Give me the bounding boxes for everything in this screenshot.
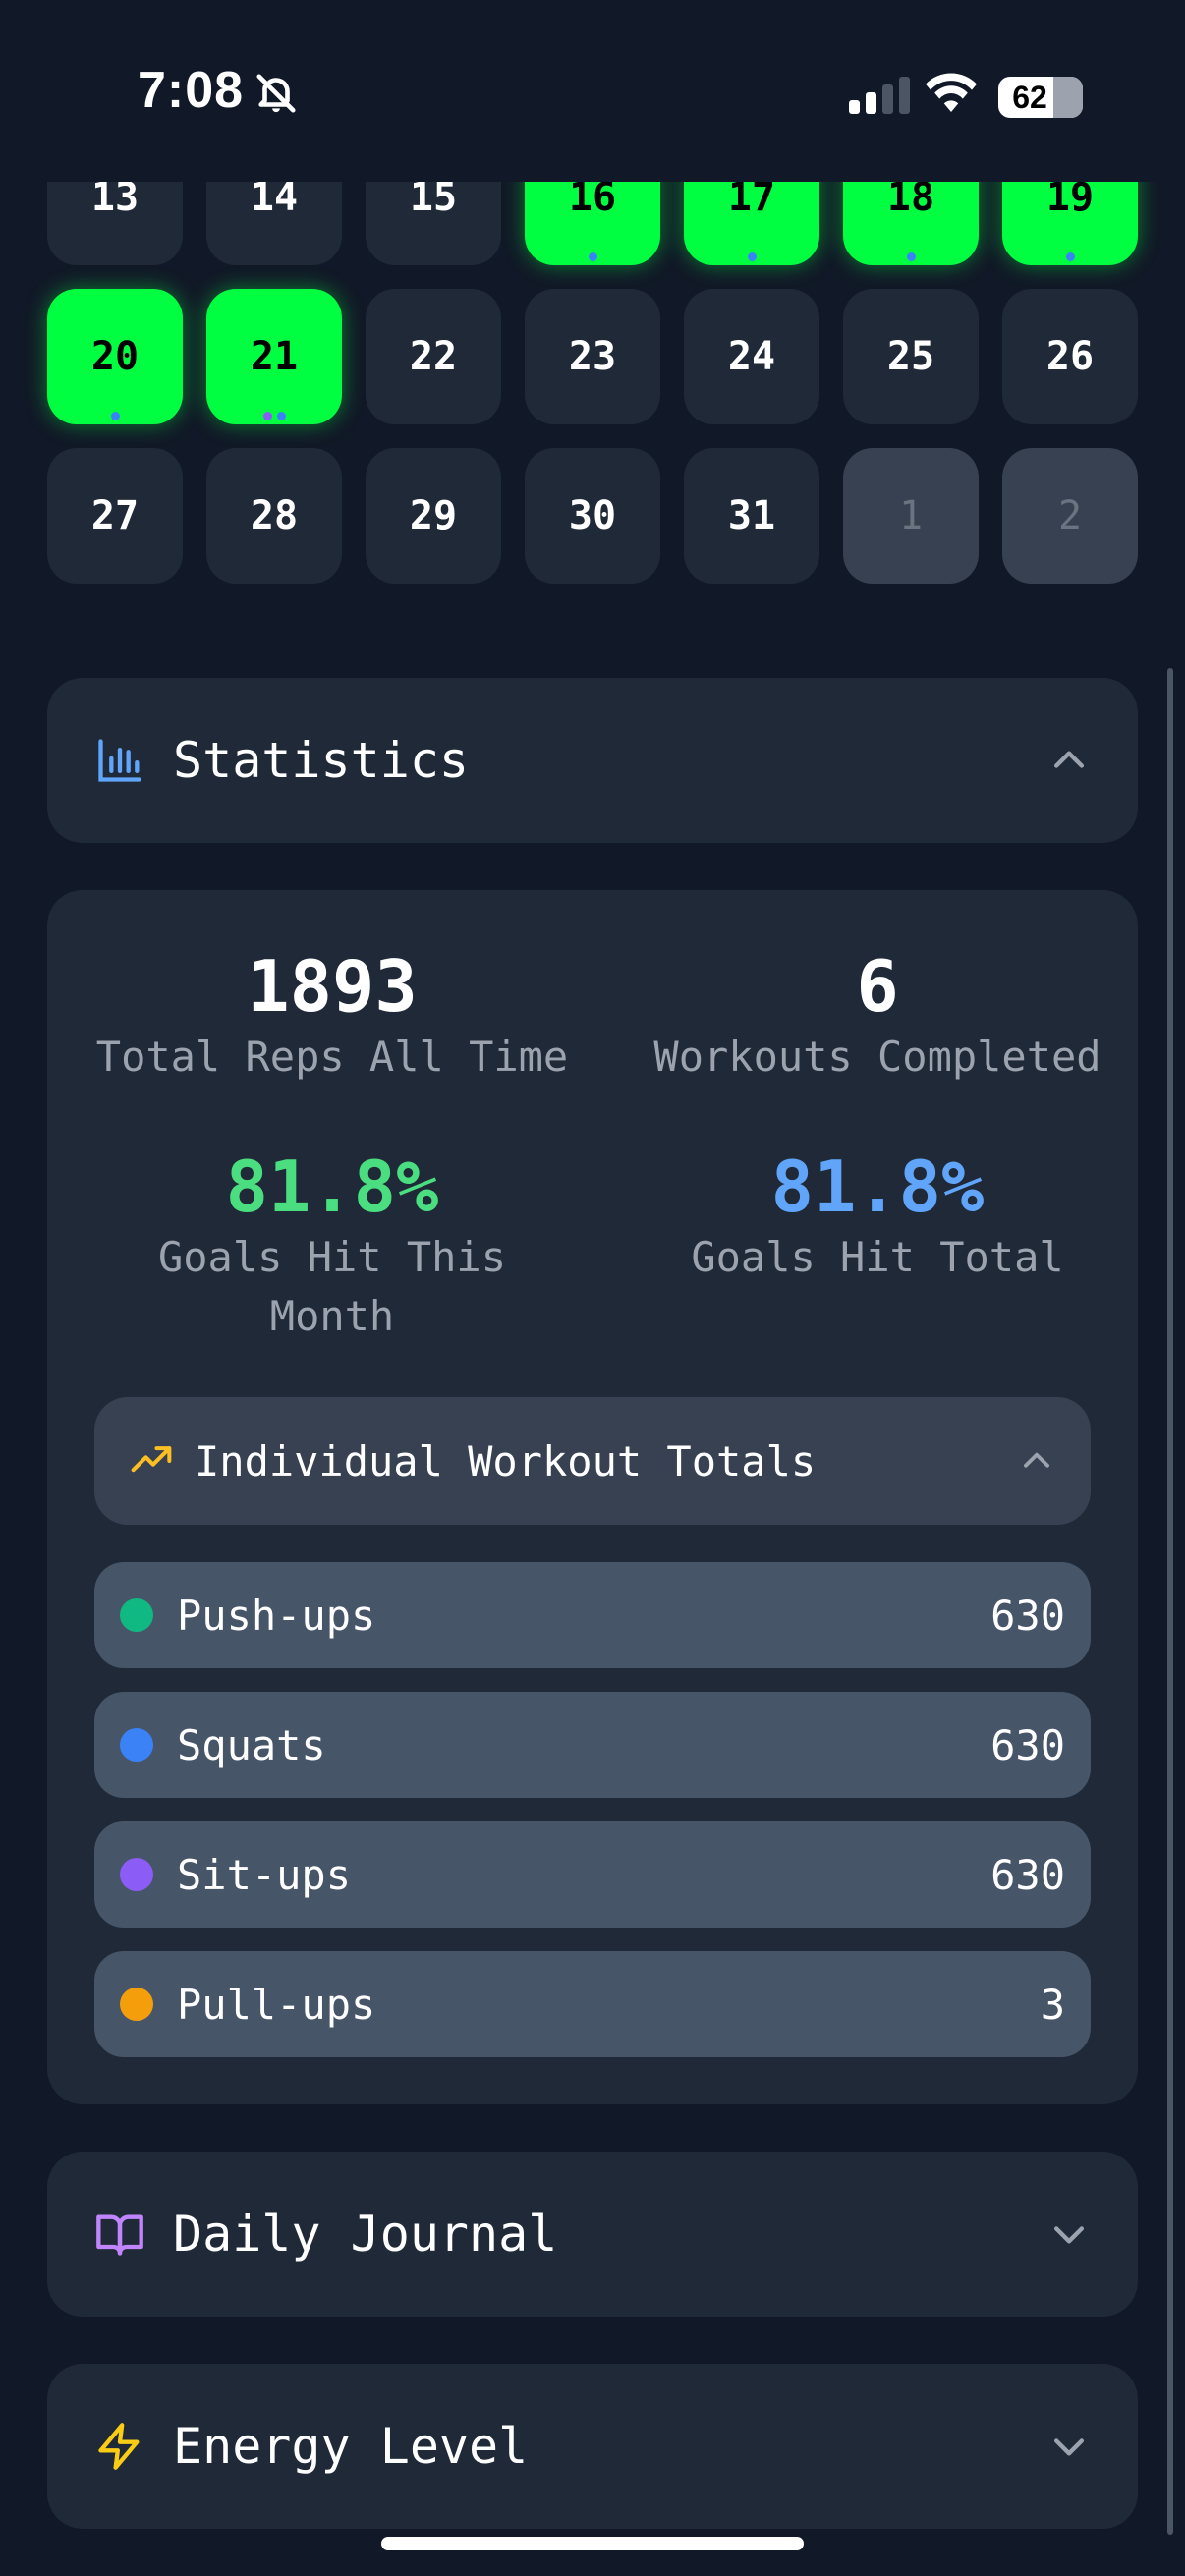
workout-dot xyxy=(747,252,757,261)
cellular-signal-icon xyxy=(849,77,910,114)
pullups-color-dot xyxy=(120,1988,153,2021)
workouts-value: 6 xyxy=(856,945,899,1028)
energy-level-header[interactable]: Energy Level xyxy=(47,2364,1138,2529)
squats-color-dot xyxy=(120,1728,153,1762)
battery-icon: 62 xyxy=(998,77,1083,118)
battery-level: 62 xyxy=(1012,80,1047,115)
bell-muted-icon xyxy=(256,74,296,113)
goals-total-value: 81.8% xyxy=(770,1146,985,1228)
daily-journal-header[interactable]: Daily Journal xyxy=(47,2152,1138,2317)
status-time: 7:08 xyxy=(138,62,245,119)
workout-total: 630 xyxy=(990,1850,1065,1899)
workout-dot xyxy=(110,412,120,420)
calendar-day[interactable]: 29 xyxy=(366,448,501,584)
pushups-color-dot xyxy=(120,1598,153,1632)
workouts-stat: 6 Workouts Completed xyxy=(617,945,1138,1087)
calendar-day[interactable]: 31 xyxy=(684,448,819,584)
workout-dot xyxy=(262,412,272,420)
calendar-day[interactable]: 30 xyxy=(525,448,660,584)
energy-level-title: Energy Level xyxy=(173,2418,529,2475)
workout-name: Push-ups xyxy=(177,1591,376,1640)
individual-totals-title: Individual Workout Totals xyxy=(195,1436,817,1485)
workout-total-row: Pull-ups 3 xyxy=(94,1951,1091,2057)
calendar-day-next-month[interactable]: 1 xyxy=(843,448,979,584)
statistics-title: Statistics xyxy=(173,732,470,789)
goals-month-stat: 81.8% Goals Hit This Month xyxy=(47,1146,617,1346)
calendar-day-goal-hit[interactable]: 21 xyxy=(206,289,342,424)
statistics-panel: 1893 Total Reps All Time 6 Workouts Comp… xyxy=(47,890,1138,2104)
chevron-up-icon[interactable] xyxy=(1047,739,1091,782)
calendar-day[interactable]: 24 xyxy=(684,289,819,424)
chevron-down-icon[interactable] xyxy=(1047,2425,1091,2468)
status-bar: 7:08 62 xyxy=(0,0,1185,182)
bar-chart-icon xyxy=(94,735,145,786)
workout-dot xyxy=(588,252,597,261)
total-reps-value: 1893 xyxy=(247,945,418,1028)
goals-total-stat: 81.8% Goals Hit Total xyxy=(617,1146,1138,1287)
total-reps-label: Total Reps All Time xyxy=(95,1033,569,1081)
calendar-day[interactable]: 28 xyxy=(206,448,342,584)
calendar-day[interactable]: 23 xyxy=(525,289,660,424)
total-reps-stat: 1893 Total Reps All Time xyxy=(47,945,617,1087)
workout-total-row: Push-ups 630 xyxy=(94,1562,1091,1668)
workout-dot xyxy=(1065,252,1075,261)
wifi-icon xyxy=(926,73,977,112)
workout-dot xyxy=(906,252,916,261)
workout-dot xyxy=(276,412,286,420)
calendar-day-goal-hit[interactable]: 20 xyxy=(47,289,183,424)
workouts-label: Workouts Completed xyxy=(653,1033,1101,1081)
goals-month-label: Month xyxy=(269,1292,395,1340)
calendar-day-next-month[interactable]: 2 xyxy=(1002,448,1138,584)
scrollbar[interactable] xyxy=(1167,668,1173,2535)
calendar-day[interactable]: 27 xyxy=(47,448,183,584)
chevron-up-icon[interactable] xyxy=(1018,1442,1055,1480)
daily-journal-title: Daily Journal xyxy=(173,2206,558,2263)
calendar-day[interactable]: 22 xyxy=(366,289,501,424)
workout-name: Pull-ups xyxy=(177,1980,376,2029)
goals-month-value: 81.8% xyxy=(225,1146,439,1228)
calendar-day[interactable]: 25 xyxy=(843,289,979,424)
workout-total: 630 xyxy=(990,1720,1065,1769)
goals-month-label: Goals Hit This xyxy=(157,1233,506,1281)
workout-total-row: Squats 630 xyxy=(94,1692,1091,1798)
workout-total: 630 xyxy=(990,1591,1065,1640)
trending-up-icon xyxy=(131,1446,172,1473)
workout-total-row: Sit-ups 630 xyxy=(94,1821,1091,1928)
lightning-bolt-icon xyxy=(94,2421,145,2472)
book-open-icon xyxy=(94,2209,145,2260)
statistics-header[interactable]: Statistics xyxy=(47,678,1138,843)
home-indicator[interactable] xyxy=(381,2537,804,2550)
situps-color-dot xyxy=(120,1858,153,1891)
workout-name: Sit-ups xyxy=(177,1850,352,1899)
chevron-down-icon[interactable] xyxy=(1047,2212,1091,2256)
workout-name: Squats xyxy=(177,1720,326,1769)
goals-total-label: Goals Hit Total xyxy=(691,1233,1064,1281)
workout-total: 3 xyxy=(1040,1980,1065,2029)
calendar-day[interactable]: 26 xyxy=(1002,289,1138,424)
individual-totals-header[interactable]: Individual Workout Totals xyxy=(94,1397,1091,1525)
